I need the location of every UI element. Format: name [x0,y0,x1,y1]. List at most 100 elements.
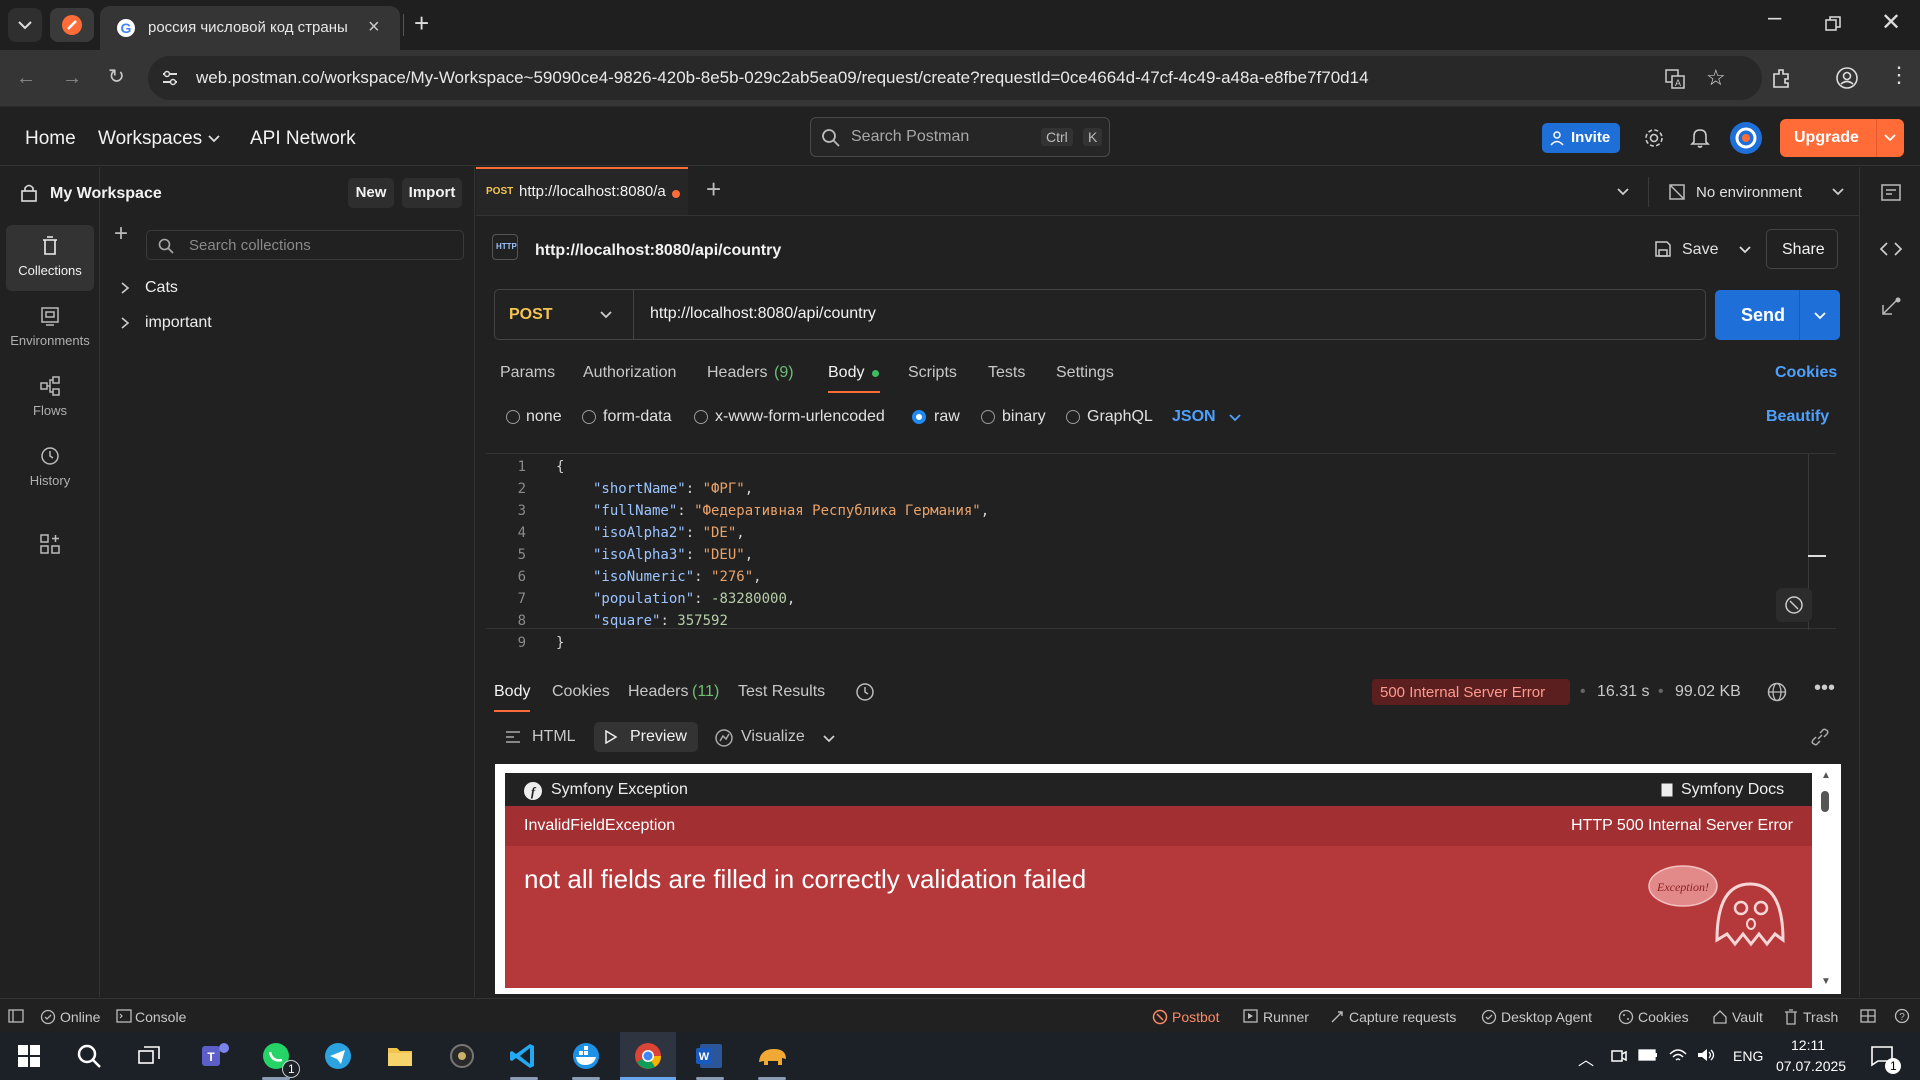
browser-menu-icon[interactable]: ⋮ [1888,62,1910,88]
battery-icon[interactable] [1638,1048,1658,1062]
tray-chevron-up-icon[interactable]: ︿ [1578,1046,1594,1070]
related-icon[interactable] [1880,295,1902,317]
chevron-down-icon[interactable] [1616,187,1630,197]
site-settings-icon[interactable] [160,68,180,88]
rail-history[interactable]: History [6,435,94,499]
view-preview-button[interactable]: Preview [594,722,698,752]
settings-gear-icon[interactable] [1643,127,1665,149]
environment-selector[interactable]: No environment [1696,184,1802,201]
tab-headers[interactable]: Headers [707,364,767,382]
teams-app[interactable]: T [186,1032,242,1080]
chevron-down-icon[interactable] [1228,413,1242,423]
nav-workspaces[interactable]: Workspaces [98,128,202,150]
search-collections-input[interactable]: Search collections [146,230,464,260]
radio-graphql-label[interactable]: GraphQL [1087,408,1153,426]
chevron-down-icon[interactable] [599,310,613,320]
omnibox[interactable]: web.postman.co/workspace/My-Workspace~59… [148,56,1762,100]
request-tab[interactable]: POST http://localhost:8080/a [476,167,688,215]
globe-icon[interactable] [1766,681,1788,703]
import-button[interactable]: Import [402,178,462,208]
response-size[interactable]: 99.02 KB [1675,683,1741,701]
chevron-down-icon[interactable] [207,134,221,144]
tab-scripts[interactable]: Scripts [908,364,957,382]
scroll-up-icon[interactable]: ▲ [1821,770,1831,781]
radio-form-data[interactable] [582,410,596,424]
db-tool-app[interactable] [744,1032,800,1080]
code-snippet-icon[interactable] [1879,239,1903,259]
radio-none[interactable] [506,410,520,424]
pinned-tab-postman[interactable] [50,8,94,42]
body-format-select[interactable]: JSON [1172,408,1216,426]
response-tab-test-results[interactable]: Test Results [738,683,825,701]
chevron-down-icon[interactable] [1813,311,1827,321]
chevron-down-icon[interactable] [1883,133,1897,143]
desktop-agent-button[interactable]: Desktop Agent [1501,1009,1592,1025]
upgrade-button[interactable]: Upgrade [1780,119,1904,157]
radio-none-label[interactable]: none [526,408,562,426]
close-window-icon[interactable]: ✕ [1881,8,1901,37]
file-explorer-app[interactable] [372,1032,428,1080]
radio-urlencoded[interactable] [694,410,708,424]
forward-icon[interactable]: → [62,68,82,88]
chevron-down-icon[interactable] [822,734,836,744]
view-visualize[interactable]: Visualize [741,728,805,746]
add-collection-icon[interactable]: + [114,220,128,248]
method-select[interactable]: POST [509,306,553,324]
cookies-button[interactable]: Cookies [1638,1009,1689,1025]
telegram-app[interactable] [310,1032,366,1080]
radio-raw-label[interactable]: raw [934,408,960,426]
radio-form-data-label[interactable]: form-data [603,408,671,426]
notifications-bell-icon[interactable] [1689,127,1711,149]
collection-item[interactable]: important [114,309,464,337]
response-tab-cookies[interactable]: Cookies [552,683,610,701]
new-tab-icon[interactable]: + [414,8,429,39]
trash-button[interactable]: Trash [1803,1009,1838,1025]
whatsapp-app[interactable]: 1 [248,1032,304,1080]
vault-button[interactable]: Vault [1732,1009,1763,1025]
layout-icon[interactable] [1860,1009,1876,1023]
new-button[interactable]: New [348,178,394,208]
chrome-app[interactable] [620,1032,676,1080]
documentation-icon[interactable] [1880,183,1902,203]
profile-icon[interactable] [1835,66,1859,90]
tab-body[interactable]: Body [828,364,864,382]
radio-urlencoded-label[interactable]: x-www-form-urlencoded [715,408,885,426]
chevron-down-icon[interactable] [1738,245,1752,255]
scroll-thumb[interactable] [1821,791,1829,812]
docker-app[interactable] [558,1032,614,1080]
clock-time[interactable]: 12:11 [1791,1037,1825,1053]
invite-button[interactable]: Invite [1542,123,1620,153]
radio-graphql[interactable] [1066,410,1080,424]
send-button[interactable]: Send [1715,290,1840,340]
nav-api-network[interactable]: API Network [250,128,356,150]
avatar[interactable] [1730,122,1762,154]
chevron-down-icon[interactable] [1831,187,1845,197]
vscode-app[interactable] [496,1032,552,1080]
tab-settings[interactable]: Settings [1056,364,1114,382]
share-button[interactable]: Share [1766,229,1838,269]
tab-params[interactable]: Params [500,364,555,382]
extensions-icon[interactable] [1770,67,1792,89]
postbot-button[interactable]: Postbot [1172,1009,1219,1025]
browser-tab-active[interactable]: G россия числовой код страны × [100,6,400,50]
new-request-tab-icon[interactable]: + [706,174,721,205]
sidebar-toggle-icon[interactable] [8,1009,24,1023]
symfony-docs-link[interactable]: Symfony Docs [1681,781,1784,799]
word-app[interactable]: W [682,1032,738,1080]
radio-binary[interactable] [981,410,995,424]
beautify-button[interactable]: Beautify [1766,408,1829,426]
reload-icon[interactable]: ↻ [108,67,125,87]
help-icon[interactable]: ? [1894,1008,1910,1024]
cookies-link[interactable]: Cookies [1775,364,1837,382]
response-tab-headers[interactable]: Headers [628,683,688,701]
body-editor[interactable]: 1 2 3 4 5 6 7 8 9 { "shortName": "ФРГ", … [486,453,1836,651]
restore-icon[interactable] [1825,16,1841,32]
tab-tests[interactable]: Tests [988,364,1025,382]
view-html[interactable]: HTML [532,728,576,746]
response-time[interactable]: 16.31 s [1597,683,1649,701]
bookmark-star-icon[interactable]: ☆ [1706,65,1726,91]
ai-assist-button[interactable] [1776,588,1812,622]
rail-environments[interactable]: Environments [6,295,94,359]
clock-date[interactable]: 07.07.2025 [1776,1058,1846,1074]
rail-collections[interactable]: Collections [6,225,94,291]
